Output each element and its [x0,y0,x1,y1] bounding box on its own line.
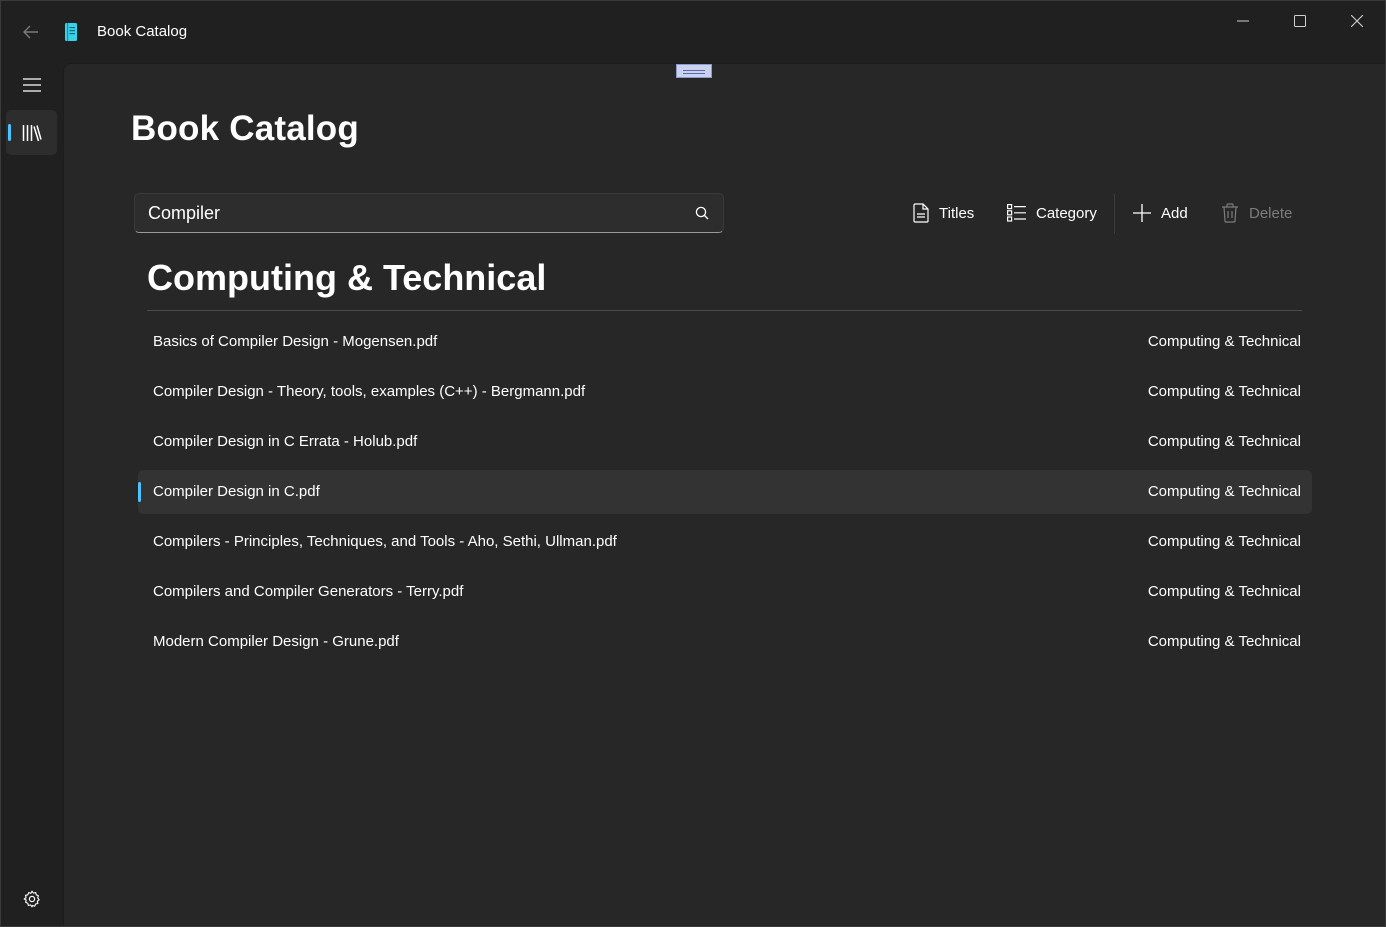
trash-icon [1222,203,1238,223]
titles-button[interactable]: Titles [913,193,974,233]
selection-indicator [138,482,141,502]
maximize-icon [1293,15,1306,27]
nav-selection-indicator [8,124,11,141]
toolbar-separator [1114,194,1115,234]
back-arrow-icon [23,25,38,39]
content-area: Book Catalog Titles [63,63,1385,926]
command-bar: Titles Category Add Delete [64,193,1385,233]
list-item[interactable]: Compilers and Compiler Generators - Terr… [138,570,1312,614]
book-category: Computing & Technical [1147,483,1301,500]
app-window: Book Catalog Book Catalog Compiler Title… [0,0,1386,927]
maximize-button[interactable] [1271,1,1328,41]
book-title: Compilers and Compiler Generators - Terr… [153,583,464,600]
book-category: Computing & Technical [1147,583,1301,600]
book-title: Compilers - Principles, Techniques, and … [153,533,617,550]
group-header: Computing & Technical [147,257,547,298]
delete-button[interactable]: Delete [1221,193,1292,233]
book-title: Compiler Design in C.pdf [153,483,320,500]
plus-icon [1133,204,1151,222]
page-title: Book Catalog [131,109,359,148]
add-label: Add [1161,204,1188,222]
book-title: Basics of Compiler Design - Mogensen.pdf [153,333,438,350]
add-button[interactable]: Add [1133,193,1188,233]
book-category: Computing & Technical [1147,333,1301,350]
drag-handle[interactable] [676,64,712,78]
book-list: Basics of Compiler Design - Mogensen.pdf… [138,320,1312,670]
close-button[interactable] [1328,1,1385,41]
minimize-button[interactable] [1214,1,1271,41]
hamburger-icon [23,78,41,92]
book-category: Computing & Technical [1147,383,1301,400]
nav-item-library[interactable] [6,110,57,155]
group-divider [147,310,1302,311]
library-icon [22,124,42,141]
title-bar: Book Catalog [1,1,1385,63]
navigation-pane [1,63,63,926]
category-label: Category [1036,204,1097,222]
back-button[interactable] [13,17,49,47]
list-item[interactable]: Compiler Design in C Errata - Holub.pdf C… [138,420,1312,464]
delete-label: Delete [1249,204,1293,222]
book-category: Computing & Technical [1147,533,1301,550]
menu-toggle-button[interactable] [7,67,57,103]
book-title: Modern Compiler Design - Grune.pdf [153,633,399,650]
list-item[interactable]: Modern Compiler Design - Grune.pdf Comput… [138,620,1312,664]
close-icon [1350,15,1363,27]
gear-icon [23,890,40,908]
list-item[interactable]: Compiler Design - Theory, tools, example… [138,370,1312,414]
list-item[interactable]: Compilers - Principles, Techniques, and … [138,520,1312,564]
book-icon [65,23,77,41]
minimize-icon [1236,20,1249,22]
book-category: Computing & Technical [1147,433,1301,450]
document-icon [913,203,929,223]
book-category: Computing & Technical [1147,633,1301,650]
book-title: Compiler Design - Theory, tools, example… [153,383,586,400]
window-title: Book Catalog [97,23,188,40]
list-item[interactable]: Compiler Design in C.pdf Computing & Tech… [138,470,1312,514]
category-button[interactable]: Category [1007,193,1097,233]
titles-label: Titles [939,204,975,222]
settings-button[interactable] [7,881,57,917]
list-icon [1007,204,1026,222]
book-title: Compiler Design in C Errata - Holub.pdf [153,433,418,450]
list-item[interactable]: Basics of Compiler Design - Mogensen.pdf… [138,320,1312,364]
